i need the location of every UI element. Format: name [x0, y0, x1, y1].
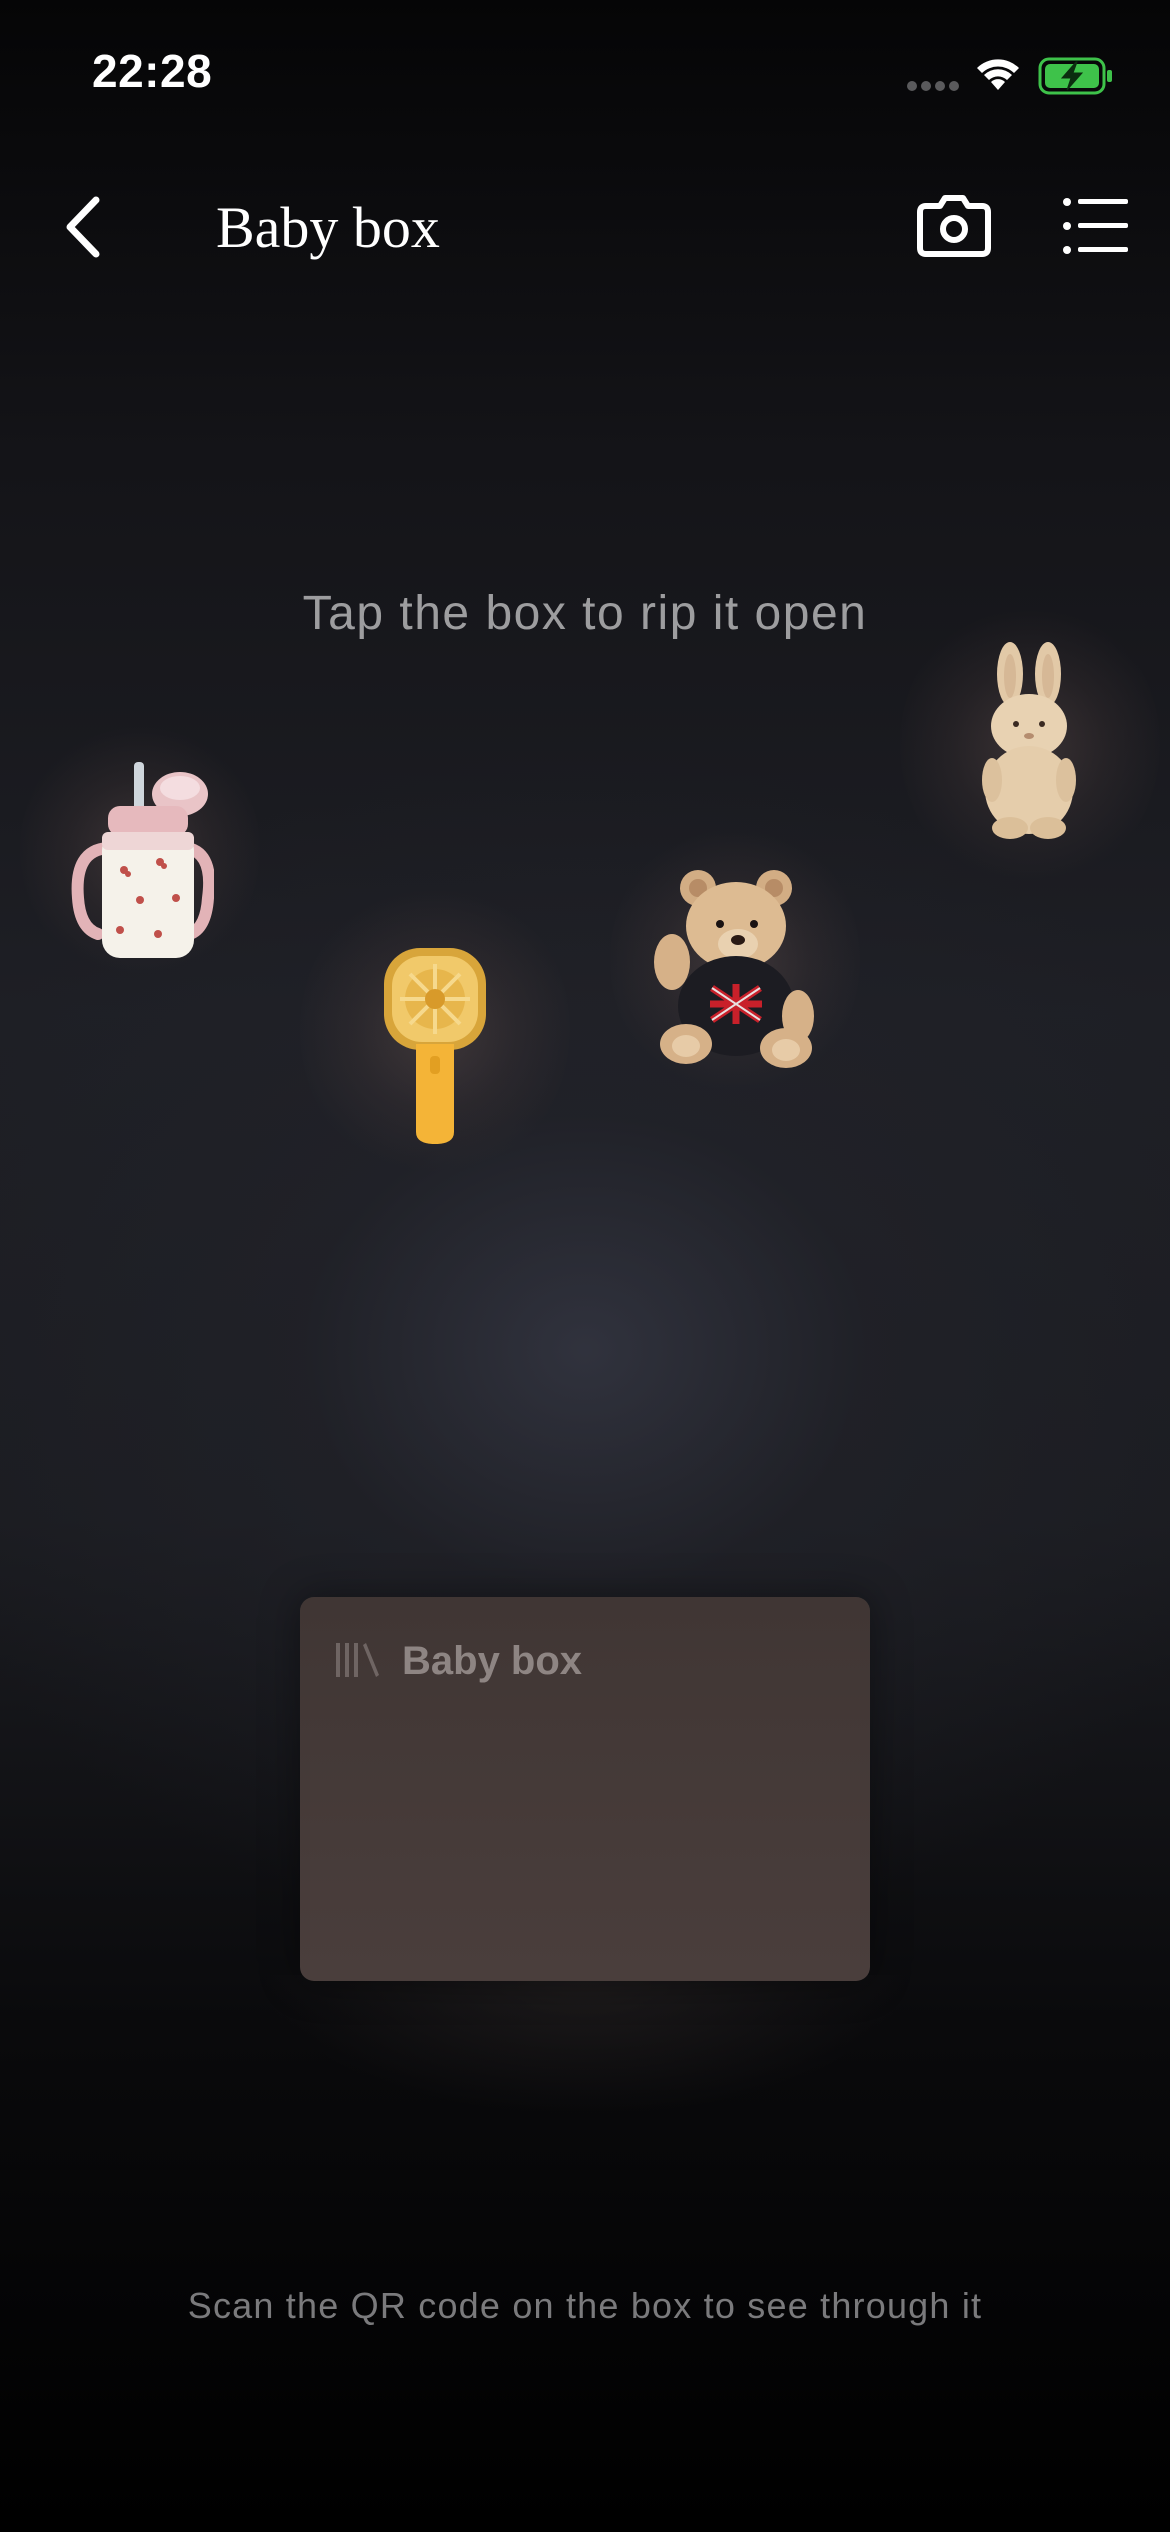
wifi-icon [977, 59, 1019, 90]
page-title: Baby box [216, 195, 440, 260]
status-time: 22:28 [92, 45, 213, 97]
box-label: Baby box [402, 1639, 583, 1683]
sippy-cup-item[interactable] [68, 758, 216, 964]
teddy-bear-item[interactable] [650, 864, 818, 1068]
box-shadow [260, 1975, 910, 2115]
handheld-fan-item[interactable] [380, 944, 490, 1148]
battery-charging-icon [1038, 57, 1112, 95]
handheld-fan-icon [384, 948, 486, 1144]
list-menu-button[interactable] [1062, 196, 1130, 256]
camera-icon [917, 195, 991, 257]
teddy-bear-icon [654, 870, 814, 1068]
cellular-signal-icon [907, 81, 959, 91]
nav-bar: Baby box [0, 170, 1170, 290]
library-icon [336, 1643, 379, 1677]
list-icon [1063, 198, 1128, 254]
footer-hint-text: Scan the QR code on the box to see throu… [187, 2285, 983, 2326]
bunny-plush-icon [982, 642, 1076, 839]
baby-box-card[interactable]: Baby box [300, 1597, 870, 1981]
status-bar: 22:28 [0, 0, 1170, 150]
screen: 22:28 Baby box Tap the box to rip it ope… [0, 0, 1170, 2532]
bunny-plush-item[interactable] [972, 640, 1086, 840]
chevron-left-icon [66, 196, 100, 258]
camera-button[interactable] [916, 194, 992, 258]
sippy-cup-icon [71, 762, 216, 958]
back-button[interactable] [56, 192, 116, 262]
